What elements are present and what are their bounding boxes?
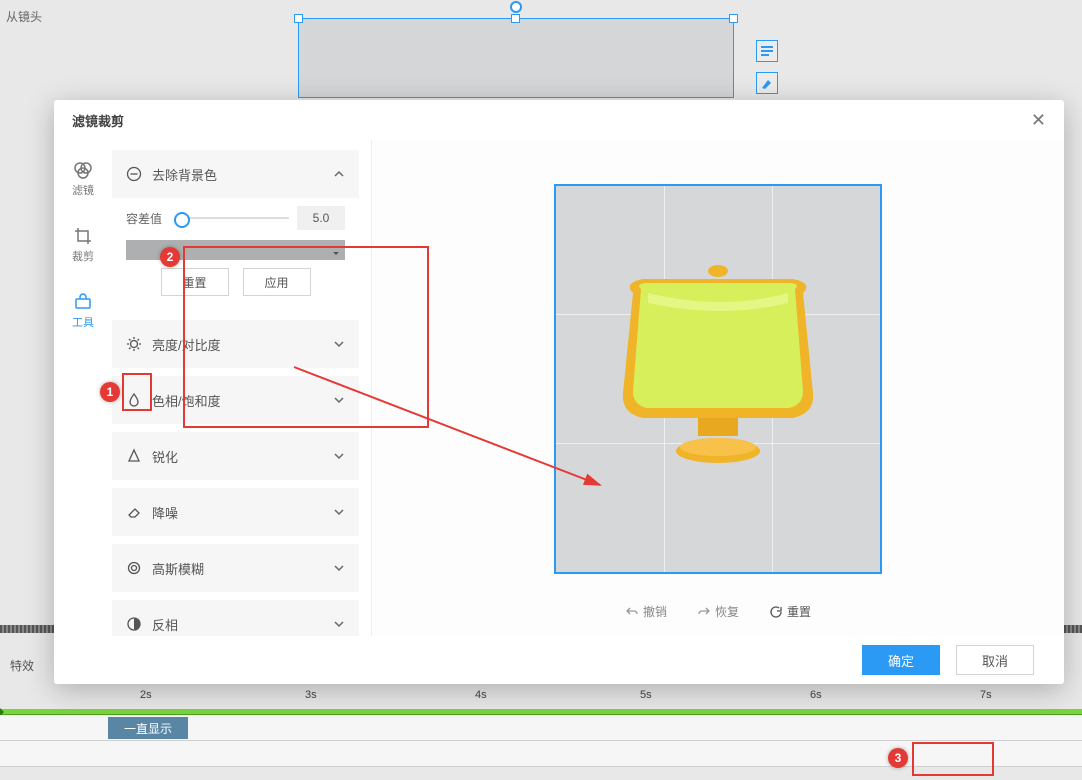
reset-button[interactable]: 重置 [161, 268, 229, 296]
chevron-down-icon [333, 562, 345, 574]
close-icon[interactable]: ✕ [1031, 110, 1046, 131]
panel-remove-bg-header[interactable]: 去除背景色 [112, 150, 359, 198]
eraser-icon [126, 504, 142, 520]
reset-icon [769, 605, 783, 619]
minus-circle-icon [126, 166, 142, 182]
preview-reset-button[interactable]: 重置 [769, 603, 811, 620]
tolerance-slider[interactable] [174, 217, 289, 219]
preview-actions: 撤销 恢复 重置 [402, 593, 1034, 624]
undo-icon [625, 605, 639, 619]
panel-hue-saturation[interactable]: 色相/饱和度 [112, 376, 359, 424]
timeline-ruler[interactable]: 2s 3s 4s 5s 6s 7s [0, 689, 1082, 709]
apply-button[interactable]: 应用 [243, 268, 311, 296]
chevron-down-icon [333, 450, 345, 462]
panel-gaussian-blur[interactable]: 高斯模糊 [112, 544, 359, 592]
tolerance-row: 容差值 [126, 206, 345, 230]
panel-sharpen[interactable]: 锐化 [112, 432, 359, 480]
panel-denoise[interactable]: 降噪 [112, 488, 359, 536]
preview-frame[interactable] [554, 184, 882, 574]
sidebar-tab-crop[interactable]: 裁剪 [72, 226, 94, 264]
sidebar-tab-filter[interactable]: 滤镜 [72, 160, 94, 198]
panel-invert[interactable]: 反相 [112, 600, 359, 636]
timeline-effects-label: 特效 [10, 657, 34, 674]
redo-icon [697, 605, 711, 619]
filter-icon [73, 160, 93, 180]
tool-icon-1[interactable] [756, 40, 778, 62]
sharpen-icon [126, 448, 142, 464]
ok-button[interactable]: 确定 [862, 645, 940, 675]
undo-button[interactable]: 撤销 [625, 603, 667, 620]
chevron-down-icon [333, 506, 345, 518]
chevron-down-icon [333, 618, 345, 630]
toolbox-icon [73, 292, 93, 312]
tolerance-input[interactable] [297, 206, 345, 230]
brightness-icon [126, 336, 142, 352]
invert-icon [126, 616, 142, 632]
selected-object[interactable] [298, 18, 734, 98]
tools-panel: 去除背景色 容差值 重置 应用 [112, 140, 372, 636]
color-bar[interactable] [126, 240, 345, 260]
chevron-down-icon [333, 394, 345, 406]
chevron-up-icon [333, 168, 345, 180]
filter-crop-dialog: 滤镜裁剪 ✕ 滤镜 裁剪 工具 去除背景色 [54, 100, 1064, 684]
panel-brightness-contrast[interactable]: 亮度/对比度 [112, 320, 359, 368]
callout-3: 3 [888, 748, 908, 768]
redo-button[interactable]: 恢复 [697, 603, 739, 620]
tool-icon-2[interactable] [756, 72, 778, 94]
chevron-down-icon [333, 338, 345, 350]
callout-1: 1 [100, 382, 120, 402]
monitor-illustration [603, 253, 833, 473]
blur-icon [126, 560, 142, 576]
cancel-button[interactable]: 取消 [956, 645, 1034, 675]
preview-area: 撤销 恢复 重置 [372, 140, 1064, 636]
timeline-clip[interactable]: 一直显示 [108, 717, 188, 739]
callout-2: 2 [160, 247, 180, 267]
panel-remove-bg: 去除背景色 容差值 重置 应用 [112, 150, 359, 312]
crop-icon [73, 226, 93, 246]
bg-label: 从镜头 [6, 8, 42, 25]
sidebar-tab-tools[interactable]: 工具 [72, 292, 94, 330]
droplet-icon [126, 392, 142, 408]
dialog-title: 滤镜裁剪 [72, 111, 124, 130]
